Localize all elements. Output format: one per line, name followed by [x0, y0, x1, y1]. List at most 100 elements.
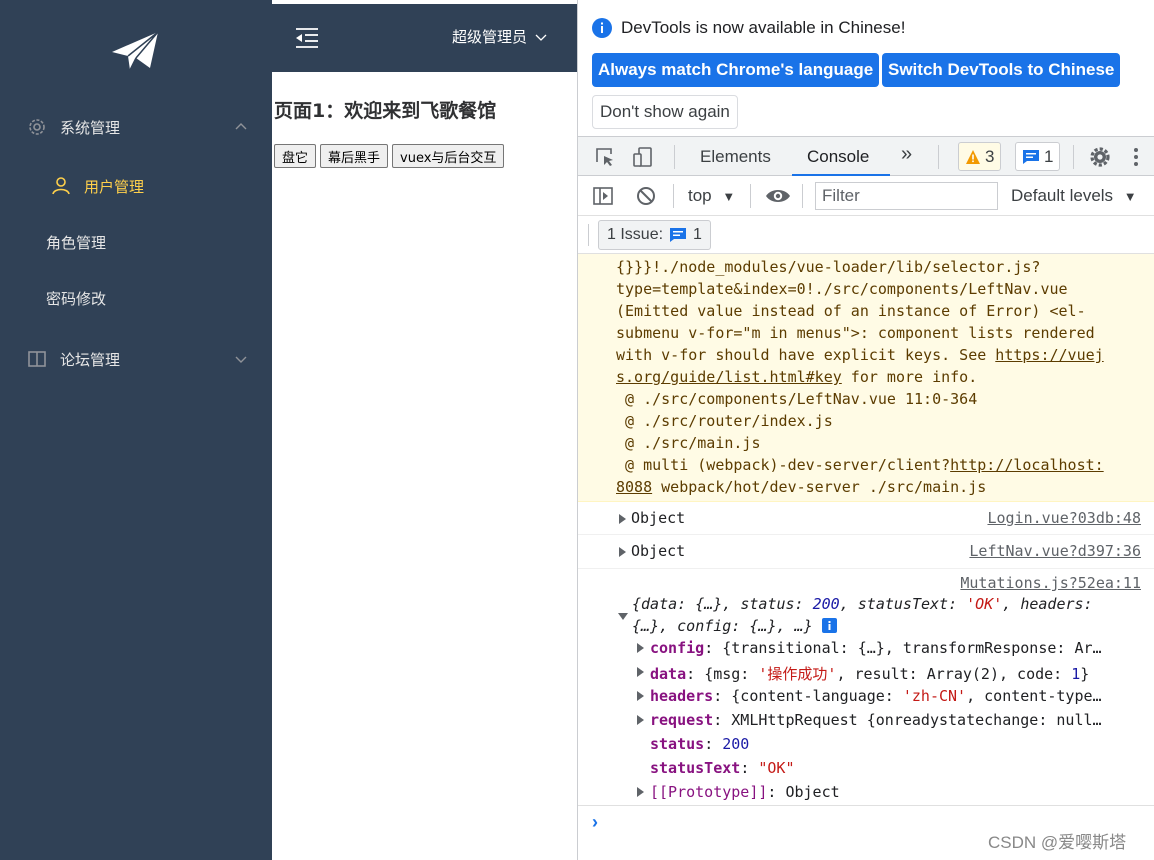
prop-key: headers — [650, 687, 714, 705]
prop-config[interactable]: config: {transitional: {…}, transformRes… — [650, 639, 1102, 657]
context-value: top — [688, 186, 712, 205]
show-sidebar-icon[interactable] — [592, 185, 614, 207]
summary-part: , statusText: — [839, 595, 967, 613]
issues-count: 1 — [693, 226, 702, 243]
prop-headers[interactable]: headers: {content-language: 'zh-CN', con… — [650, 687, 1102, 705]
stack-line: 8088 webpack/hot/dev-server ./src/main.j… — [616, 478, 986, 496]
console-log-row[interactable]: Object LeftNav.vue?d397:36 — [578, 536, 1154, 569]
prop-key: config — [650, 639, 705, 657]
warning-line: type=template&index=0!./src/components/L… — [616, 280, 1068, 298]
collapse-triangle-icon[interactable] — [618, 613, 628, 620]
menu-password-change[interactable]: 密码修改 — [0, 270, 272, 326]
warnings-badge[interactable]: 3 — [958, 142, 1002, 171]
source-link[interactable]: LeftNav.vue?d397:36 — [969, 542, 1141, 560]
messages-badge[interactable]: 1 — [1015, 142, 1061, 171]
mastermind-button[interactable]: 幕后黑手 — [320, 144, 389, 168]
toolbar-divider — [750, 184, 751, 208]
dropdown-triangle-icon: ▼ — [1123, 189, 1137, 204]
prop-key: status — [650, 735, 705, 753]
tab-elements[interactable]: Elements — [700, 147, 771, 167]
language-banner: DevTools is now available in Chinese! Al… — [578, 0, 1154, 136]
issues-bar: 1 Issue: 1 — [578, 216, 1154, 254]
prop-value: {msg: — [704, 665, 759, 683]
clear-console-icon[interactable] — [635, 185, 657, 207]
menu-label: 密码修改 — [46, 289, 107, 308]
menu-user-management[interactable]: 用户管理 — [0, 158, 272, 214]
expand-triangle-icon[interactable] — [619, 514, 626, 524]
tab-console[interactable]: Console — [807, 147, 869, 167]
menu-role-management[interactable]: 角色管理 — [0, 214, 272, 270]
prop-value: {transitional: {…}, transformResponse: A… — [722, 639, 1102, 657]
prop-value: XMLHttpRequest {onreadystatechange: null… — [731, 711, 1102, 729]
expand-triangle-icon[interactable] — [637, 643, 644, 653]
summary-part: , headers: — [1002, 595, 1093, 613]
more-tabs-button[interactable]: » — [901, 143, 912, 166]
devtools-tabbar: Elements Console » 3 1 — [578, 136, 1154, 176]
prop-value-string: "OK" — [758, 759, 795, 777]
docs-link[interactable]: https://vuej — [995, 346, 1103, 364]
prop-prototype[interactable]: [[Prototype]]: Object — [650, 783, 840, 801]
always-match-language-button[interactable]: Always match Chrome's language — [592, 53, 880, 87]
expand-triangle-icon[interactable] — [637, 667, 644, 677]
inspect-element-icon[interactable] — [594, 146, 616, 168]
menu-label: 用户管理 — [84, 177, 145, 196]
warning-icon — [966, 149, 980, 164]
console-log-row[interactable]: Object Login.vue?03db:48 — [578, 503, 1154, 535]
prop-data[interactable]: data: {msg: '操作成功', result: Array(2), co… — [650, 663, 1089, 684]
stack-text: webpack/hot/dev-server ./src/main.js — [652, 478, 987, 496]
toolbar-divider — [673, 184, 674, 208]
more-options-icon[interactable] — [1131, 146, 1141, 168]
warning-line: {}}}!./node_modules/vue-loader/lib/selec… — [616, 258, 1041, 276]
expand-triangle-icon[interactable] — [637, 691, 644, 701]
expand-triangle-icon[interactable] — [637, 787, 644, 797]
live-expression-eye-icon[interactable] — [765, 185, 791, 207]
chevron-down-icon — [535, 34, 547, 41]
gear-icon — [29, 119, 45, 135]
prop-key: data — [650, 665, 687, 683]
dont-show-again-button[interactable]: Don't show again — [592, 95, 738, 129]
issues-button[interactable]: 1 Issue: 1 — [598, 220, 711, 250]
warning-line: submenu v-for="m in menus">: component l… — [616, 324, 1095, 342]
console-prompt-icon[interactable]: › — [592, 812, 598, 833]
menu-forum-management[interactable]: 论坛管理 — [0, 331, 272, 387]
info-icon — [592, 18, 612, 38]
context-select[interactable]: top ▼ — [688, 186, 735, 206]
collapse-menu-icon[interactable] — [294, 26, 320, 50]
device-toolbar-icon[interactable] — [632, 146, 654, 168]
prop-value: } — [1080, 665, 1090, 683]
prop-request[interactable]: request: XMLHttpRequest {onreadystatecha… — [650, 711, 1102, 729]
localhost-link[interactable]: http://localhost: — [950, 456, 1104, 474]
expand-triangle-icon[interactable] — [619, 547, 626, 557]
warning-line: with v-for should have explicit keys. Se… — [616, 346, 1104, 364]
message-icon — [1023, 149, 1039, 164]
docs-link[interactable]: s.org/guide/list.html#key — [616, 368, 842, 386]
source-link[interactable]: Mutations.js?52ea:11 — [960, 574, 1141, 592]
console-warning-message: {}}}!./node_modules/vue-loader/lib/selec… — [578, 254, 1154, 502]
menu-system-management[interactable]: 系统管理 — [0, 99, 272, 155]
settings-gear-icon[interactable] — [1089, 146, 1111, 168]
user-dropdown[interactable]: 超级管理员 — [452, 26, 547, 47]
response-summary: {data: {…}, status: 200, statusText: 'OK… — [632, 595, 1093, 613]
log-levels-select[interactable]: Default levels ▼ — [1011, 186, 1137, 206]
expand-triangle-icon[interactable] — [637, 715, 644, 725]
menu-label: 论坛管理 — [60, 350, 121, 369]
page-button-group: 盘它 幕后黑手 vuex与后台交互 — [274, 144, 505, 168]
console-response-log: Mutations.js?52ea:11 {data: {…}, status:… — [578, 570, 1154, 806]
csdn-watermark: CSDN @爱嘤斯塔 — [988, 833, 1127, 852]
source-link[interactable]: Login.vue?03db:48 — [987, 509, 1141, 527]
sidebar: 系统管理 用户管理 角色管理 密码修改 论坛管理 — [0, 0, 272, 860]
switch-to-chinese-button[interactable]: Switch DevTools to Chinese — [882, 53, 1121, 87]
page-title: 页面1：欢迎来到飞歌餐馆 — [274, 100, 497, 122]
user-icon — [52, 177, 70, 195]
pan-ta-button[interactable]: 盘它 — [274, 144, 317, 168]
prop-key: request — [650, 711, 714, 729]
summary-part: {data: {…}, status: — [632, 595, 813, 613]
filter-input[interactable] — [815, 182, 998, 210]
warnings-count: 3 — [985, 146, 995, 166]
localhost-link[interactable]: 8088 — [616, 478, 652, 496]
summary-status: 200 — [812, 595, 840, 613]
info-square-icon[interactable] — [821, 618, 837, 633]
issues-label: 1 Issue: — [607, 226, 664, 243]
vuex-backend-button[interactable]: vuex与后台交互 — [392, 144, 505, 168]
summary-part: {…}, config: {…}, …} — [632, 617, 813, 635]
